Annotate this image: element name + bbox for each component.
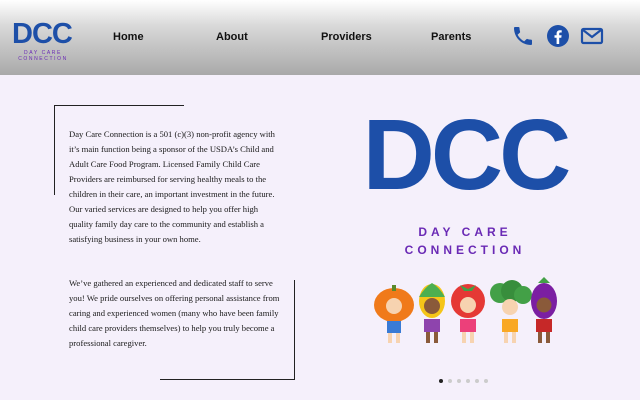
frame-line: [54, 105, 55, 195]
pumpkin-kid-icon: [374, 285, 414, 343]
eggplant-kid-icon: [531, 277, 557, 343]
nav-providers[interactable]: Providers: [321, 31, 372, 43]
carousel-dot[interactable]: [439, 379, 443, 383]
frame-line: [160, 379, 295, 380]
nav-about[interactable]: About: [216, 31, 248, 43]
logo-subtitle: DAY CARE CONNECTION: [18, 50, 68, 62]
phone-icon[interactable]: [511, 24, 535, 53]
hero-logo: DCC DAY CARE CONNECTION: [345, 105, 585, 259]
frame-line: [54, 105, 184, 106]
broccoli-kid-icon: [490, 280, 532, 343]
mail-icon[interactable]: [580, 24, 604, 53]
tomato-kid-icon: [451, 284, 485, 343]
hero-logo-text: DCC: [362, 99, 572, 211]
about-paragraph: Day Care Connection is a 501 (c)(3) non-…: [69, 129, 275, 244]
facebook-icon[interactable]: [546, 24, 570, 53]
carousel-dot[interactable]: [484, 379, 488, 383]
kids-illustration: [374, 277, 557, 343]
site-logo[interactable]: DCC DAY CARE CONNECTION: [12, 18, 74, 63]
carousel-dot[interactable]: [448, 379, 452, 383]
carousel-dot[interactable]: [466, 379, 470, 383]
nav-parents[interactable]: Parents: [431, 31, 471, 43]
main-content: Day Care Connection is a 501 (c)(3) non-…: [0, 75, 640, 400]
corn-kid-icon: [419, 283, 445, 343]
carousel-dot[interactable]: [475, 379, 479, 383]
staff-paragraph: We’ve gathered an experienced and dedica…: [69, 278, 280, 348]
nav-home[interactable]: Home: [113, 31, 144, 43]
frame-line: [294, 280, 295, 380]
hero-logo-line2: CONNECTION: [404, 243, 526, 257]
carousel-dot[interactable]: [457, 379, 461, 383]
hero-logo-line1: DAY CARE: [418, 225, 512, 239]
logo-text: DCC: [12, 18, 73, 50]
site-header: DCC DAY CARE CONNECTION Home About Provi…: [0, 0, 640, 75]
